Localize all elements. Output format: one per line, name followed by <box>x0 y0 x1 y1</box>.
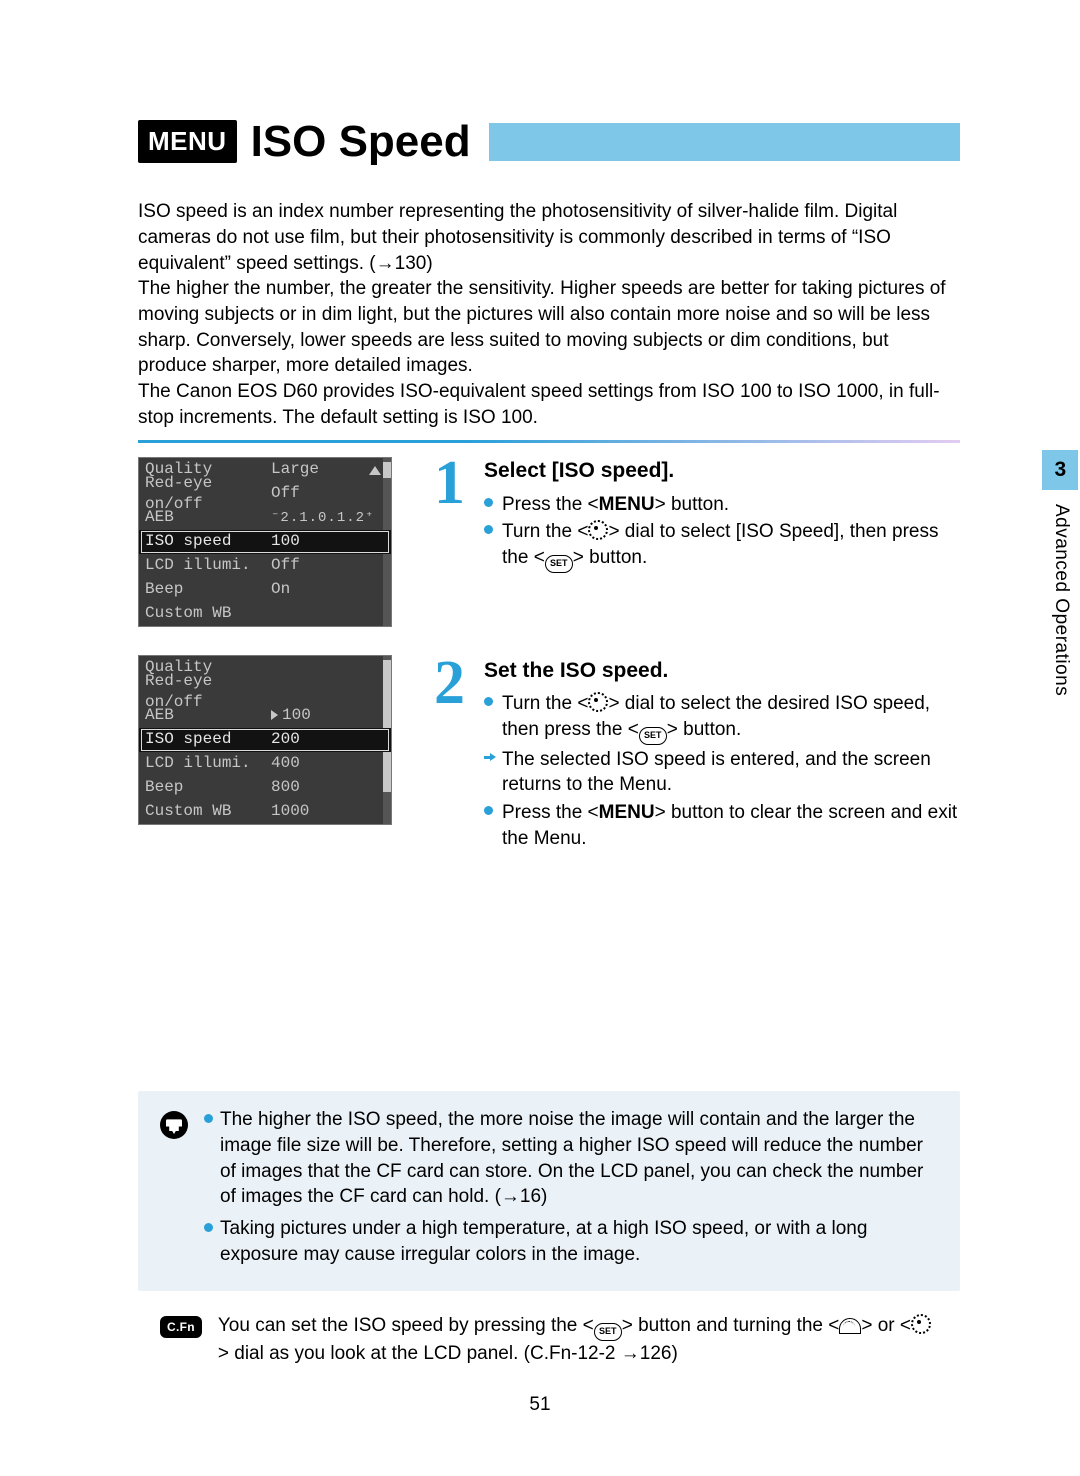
menu-item-value: On <box>271 579 385 601</box>
quick-dial-icon <box>588 520 608 540</box>
page-title: ISO Speed <box>251 112 489 171</box>
bullet-icon <box>484 525 493 534</box>
menu-item-value: 200 <box>271 729 385 751</box>
menu-item-value: 100 <box>271 705 385 727</box>
cfn-text: You can set the ISO speed by pressing th… <box>218 1313 938 1367</box>
menu-item-label: LCD illumi. <box>145 753 271 775</box>
menu-item-label: Custom WB <box>145 801 271 823</box>
menu-item-label: Beep <box>145 777 271 799</box>
menu-item-label: Custom WB <box>145 603 271 625</box>
menu-item-label: LCD illumi. <box>145 555 271 577</box>
step-number: 1 <box>434 457 476 575</box>
menu-item-value: 100 <box>271 531 385 553</box>
bullet-icon <box>204 1223 213 1232</box>
pointer-icon <box>271 710 278 720</box>
chapter-label: Advanced Operations <box>1042 490 1080 714</box>
step-number: 2 <box>434 657 476 854</box>
menu-item-label: Beep <box>145 579 271 601</box>
step-2: 2 Set the ISO speed. Turn the <> dial to… <box>434 657 960 854</box>
step-title: Set the ISO speed. <box>484 657 960 685</box>
step-bullet: Press the <MENU> button. <box>484 492 960 518</box>
menu-item-label: AEB <box>145 705 271 727</box>
menu-chip-icon: MENU <box>138 120 237 163</box>
menu-item-label: ISO speed <box>145 729 271 751</box>
caution-note-box: The higher the ISO speed, the more noise… <box>138 1091 960 1291</box>
lcd-screenshot-2: Quality Red-eye on/off AEB100 ISO speed2… <box>138 655 392 825</box>
menu-item-value: 1000 <box>271 801 385 823</box>
menu-item-value: 800 <box>271 777 385 799</box>
menu-item-value: 400 <box>271 753 385 775</box>
main-dial-icon <box>839 1318 861 1334</box>
step-title: Select [ISO speed]. <box>484 457 960 485</box>
bullet-icon <box>204 1114 213 1123</box>
intro-paragraph-2: The higher the number, the greater the s… <box>138 276 960 379</box>
step-bullet: The selected ISO speed is entered, and t… <box>484 747 960 798</box>
custom-function-tip: C.Fn You can set the ISO speed by pressi… <box>138 1313 960 1367</box>
bullet-icon <box>484 498 493 507</box>
bullet-icon <box>484 806 493 815</box>
page-number: 51 <box>0 1392 1080 1418</box>
menu-item-value: ⁻2.1.0.1.2⁺ <box>271 509 385 528</box>
step-bullet: Press the <MENU> button to clear the scr… <box>484 800 960 851</box>
menu-item-value: Off <box>271 483 385 505</box>
side-chapter-tab: 3 Advanced Operations <box>1042 450 1080 715</box>
chapter-number: 3 <box>1042 450 1078 490</box>
menu-item-label: ISO speed <box>145 531 271 553</box>
bullet-icon <box>484 697 493 706</box>
note-item: Taking pictures under a high temperature… <box>204 1216 938 1267</box>
page-heading: MENU ISO Speed <box>138 112 960 171</box>
intro-text: ISO speed is an index number representin… <box>138 199 960 430</box>
arrow-bullet-icon <box>484 753 496 762</box>
cfn-chip-icon: C.Fn <box>160 1316 202 1338</box>
set-button-icon: SET <box>639 727 667 745</box>
divider-gradient <box>138 440 960 443</box>
menu-item-value: Large <box>271 459 369 481</box>
menu-item-value: Off <box>271 555 385 577</box>
step-bullet: Turn the <> dial to select the desired I… <box>484 691 960 745</box>
menu-item-label: AEB <box>145 507 271 529</box>
step-1: 1 Select [ISO speed]. Press the <MENU> b… <box>434 457 960 575</box>
triangle-icon <box>369 466 381 475</box>
intro-paragraph-1: ISO speed is an index number representin… <box>138 199 960 276</box>
lcd-screenshot-1: QualityLarge Red-eye on/offOff AEB⁻2.1.0… <box>138 457 392 627</box>
set-button-icon: SET <box>545 555 573 573</box>
set-button-icon: SET <box>594 1323 622 1341</box>
intro-paragraph-3: The Canon EOS D60 provides ISO-equivalen… <box>138 379 960 430</box>
caution-icon <box>160 1111 188 1139</box>
quick-dial-icon <box>911 1314 931 1334</box>
quick-dial-icon <box>588 692 608 712</box>
note-item: The higher the ISO speed, the more noise… <box>204 1107 938 1210</box>
step-bullet: Turn the <> dial to select [ISO Speed], … <box>484 519 960 573</box>
title-accent-bar <box>489 123 960 161</box>
